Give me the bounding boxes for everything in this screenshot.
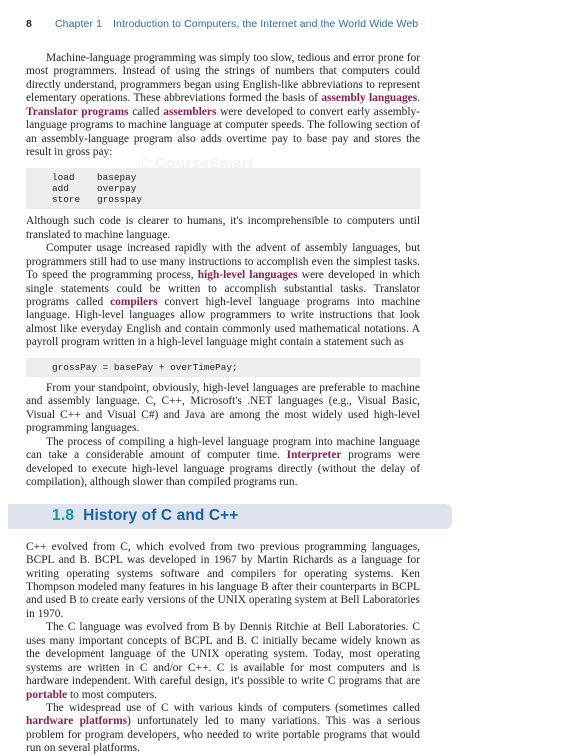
- text-segment: .: [417, 92, 420, 105]
- paragraph-from-your-standpoint: From your standpoint, obviously, high-le…: [26, 381, 420, 435]
- defined-term-compilers: compilers: [110, 295, 158, 308]
- running-head-title: Introduction to Computers, the Internet …: [113, 18, 419, 30]
- code-operand: grosspay: [97, 194, 143, 206]
- defined-term-translator-programs: Translator programs: [26, 105, 129, 118]
- defined-term-assemblers: assemblers: [163, 105, 217, 118]
- code-opcode: load: [52, 171, 75, 183]
- section-heading-bar: 1.8 History of C and C++: [8, 503, 452, 529]
- paragraph-compiling-process: The process of compiling a high-level la…: [26, 436, 420, 490]
- text-segment: to most computers.: [67, 688, 157, 701]
- paragraph-widespread-use: The widespread use of C with various kin…: [26, 702, 420, 756]
- textbook-page: 8 Chapter 1 Introduction to Computers, t…: [0, 0, 566, 754]
- paragraph-machine-language: Machine-language programming was simply …: [26, 52, 420, 160]
- body-column: Machine-language programming was simply …: [8, 52, 452, 756]
- code-operand-gap: [75, 172, 98, 183]
- defined-term-hardware-platforms: hardware platforms: [26, 715, 128, 728]
- defined-term-assembly-languages: assembly languages: [321, 92, 418, 105]
- section-heading-wrapper: 1.8 History of C and C++: [8, 503, 452, 529]
- code-line: add overpay: [52, 183, 136, 194]
- code-block-assembly: load basepay add overpay store grosspay: [26, 167, 420, 210]
- code-operand-gap: [69, 183, 97, 194]
- code-line: store grosspay: [52, 194, 142, 205]
- running-head: 8 Chapter 1 Introduction to Computers, t…: [26, 18, 540, 36]
- text-segment: The C language was evolved from B by Den…: [26, 621, 420, 688]
- paragraph-although-such-code: Although such code is clearer to humans,…: [26, 215, 420, 241]
- code-operand: overpay: [97, 182, 137, 194]
- code-block-grosspay: grossPay = basePay + overTimePay;: [26, 357, 420, 377]
- section-number: 1.8: [52, 507, 75, 525]
- code-line: load basepay: [52, 172, 136, 183]
- defined-term-interpreter: Interpreter: [286, 449, 342, 462]
- defined-term-portable: portable: [26, 688, 68, 701]
- code-opcode: store: [52, 194, 81, 206]
- paragraph-computer-usage: Computer usage increased rapidly with th…: [26, 242, 420, 350]
- text-segment: called: [128, 105, 164, 118]
- paragraph-cpp-evolved: C++ evolved from C, which evolved from t…: [26, 540, 420, 620]
- section-title: History of C and C++: [83, 507, 239, 525]
- code-operand: basepay: [97, 171, 137, 183]
- running-head-chapter: Chapter 1: [55, 18, 103, 30]
- code-operand-gap: [80, 194, 97, 205]
- code-opcode: add: [52, 182, 69, 194]
- page-number: 8: [26, 18, 32, 30]
- defined-term-high-level-languages: high-level languages: [197, 269, 298, 282]
- text-segment: The widespread use of C with various kin…: [46, 702, 420, 715]
